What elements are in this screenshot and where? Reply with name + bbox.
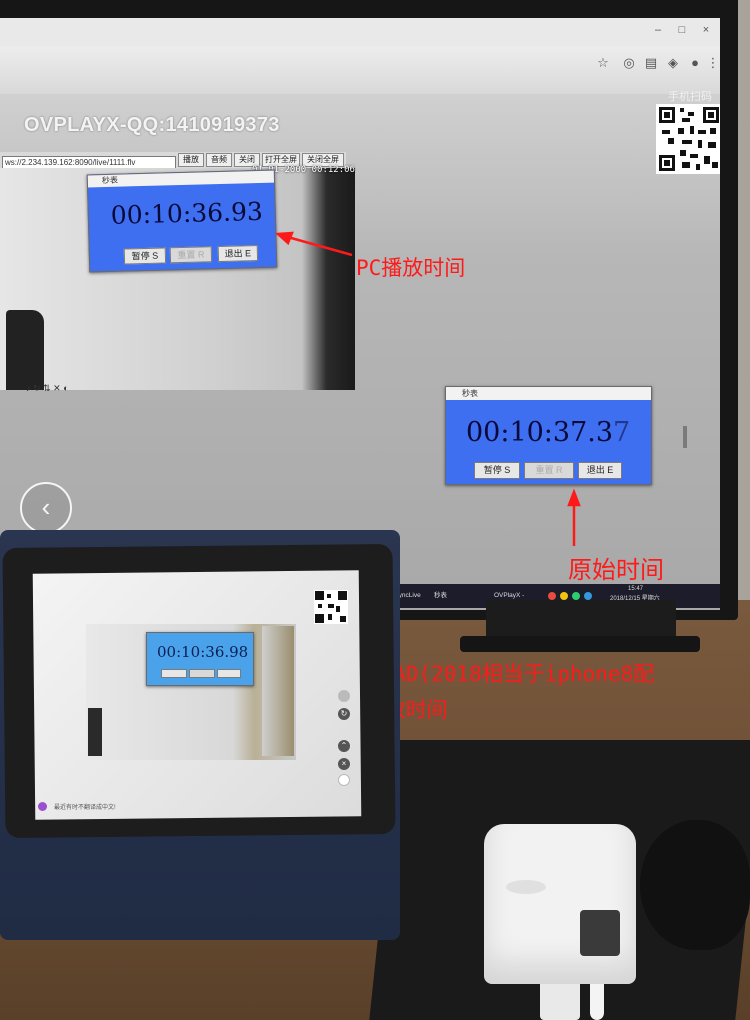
monitor-stand-base <box>460 636 700 652</box>
ipad-stopwatch-window: 00:10:36.98 <box>146 632 254 686</box>
camera-port <box>580 910 620 956</box>
camera-speaker <box>506 880 546 894</box>
qr-code-icon <box>314 590 348 624</box>
security-camera <box>484 824 636 984</box>
arrow-icon <box>274 231 294 246</box>
monitor-stand <box>486 600 676 640</box>
arrow-icon <box>283 234 353 257</box>
reset-button[interactable] <box>189 669 215 678</box>
pause-button[interactable] <box>161 669 187 678</box>
ipad-time: 00:10:36.98 <box>157 643 249 661</box>
door-in-video <box>262 626 294 756</box>
ipad-refresh-icon[interactable]: ↻ <box>338 708 350 720</box>
chair-in-video <box>88 708 102 756</box>
ipad-top-icon[interactable]: ⌃ <box>338 740 350 752</box>
ipad-chat-message: 最近有时不翻译成中文! <box>54 805 116 811</box>
arrow-icon <box>567 488 581 507</box>
pc-time-annotation: PC播放时间 <box>356 256 466 280</box>
mouse <box>640 820 750 950</box>
ipad-close-icon[interactable]: × <box>338 758 350 770</box>
original-time-annotation: 原始时间 <box>568 556 664 584</box>
chat-avatar <box>38 802 47 811</box>
ipad-side-icon[interactable] <box>338 690 350 702</box>
ipad-circle-icon[interactable] <box>338 774 350 786</box>
exit-button[interactable] <box>217 669 241 678</box>
